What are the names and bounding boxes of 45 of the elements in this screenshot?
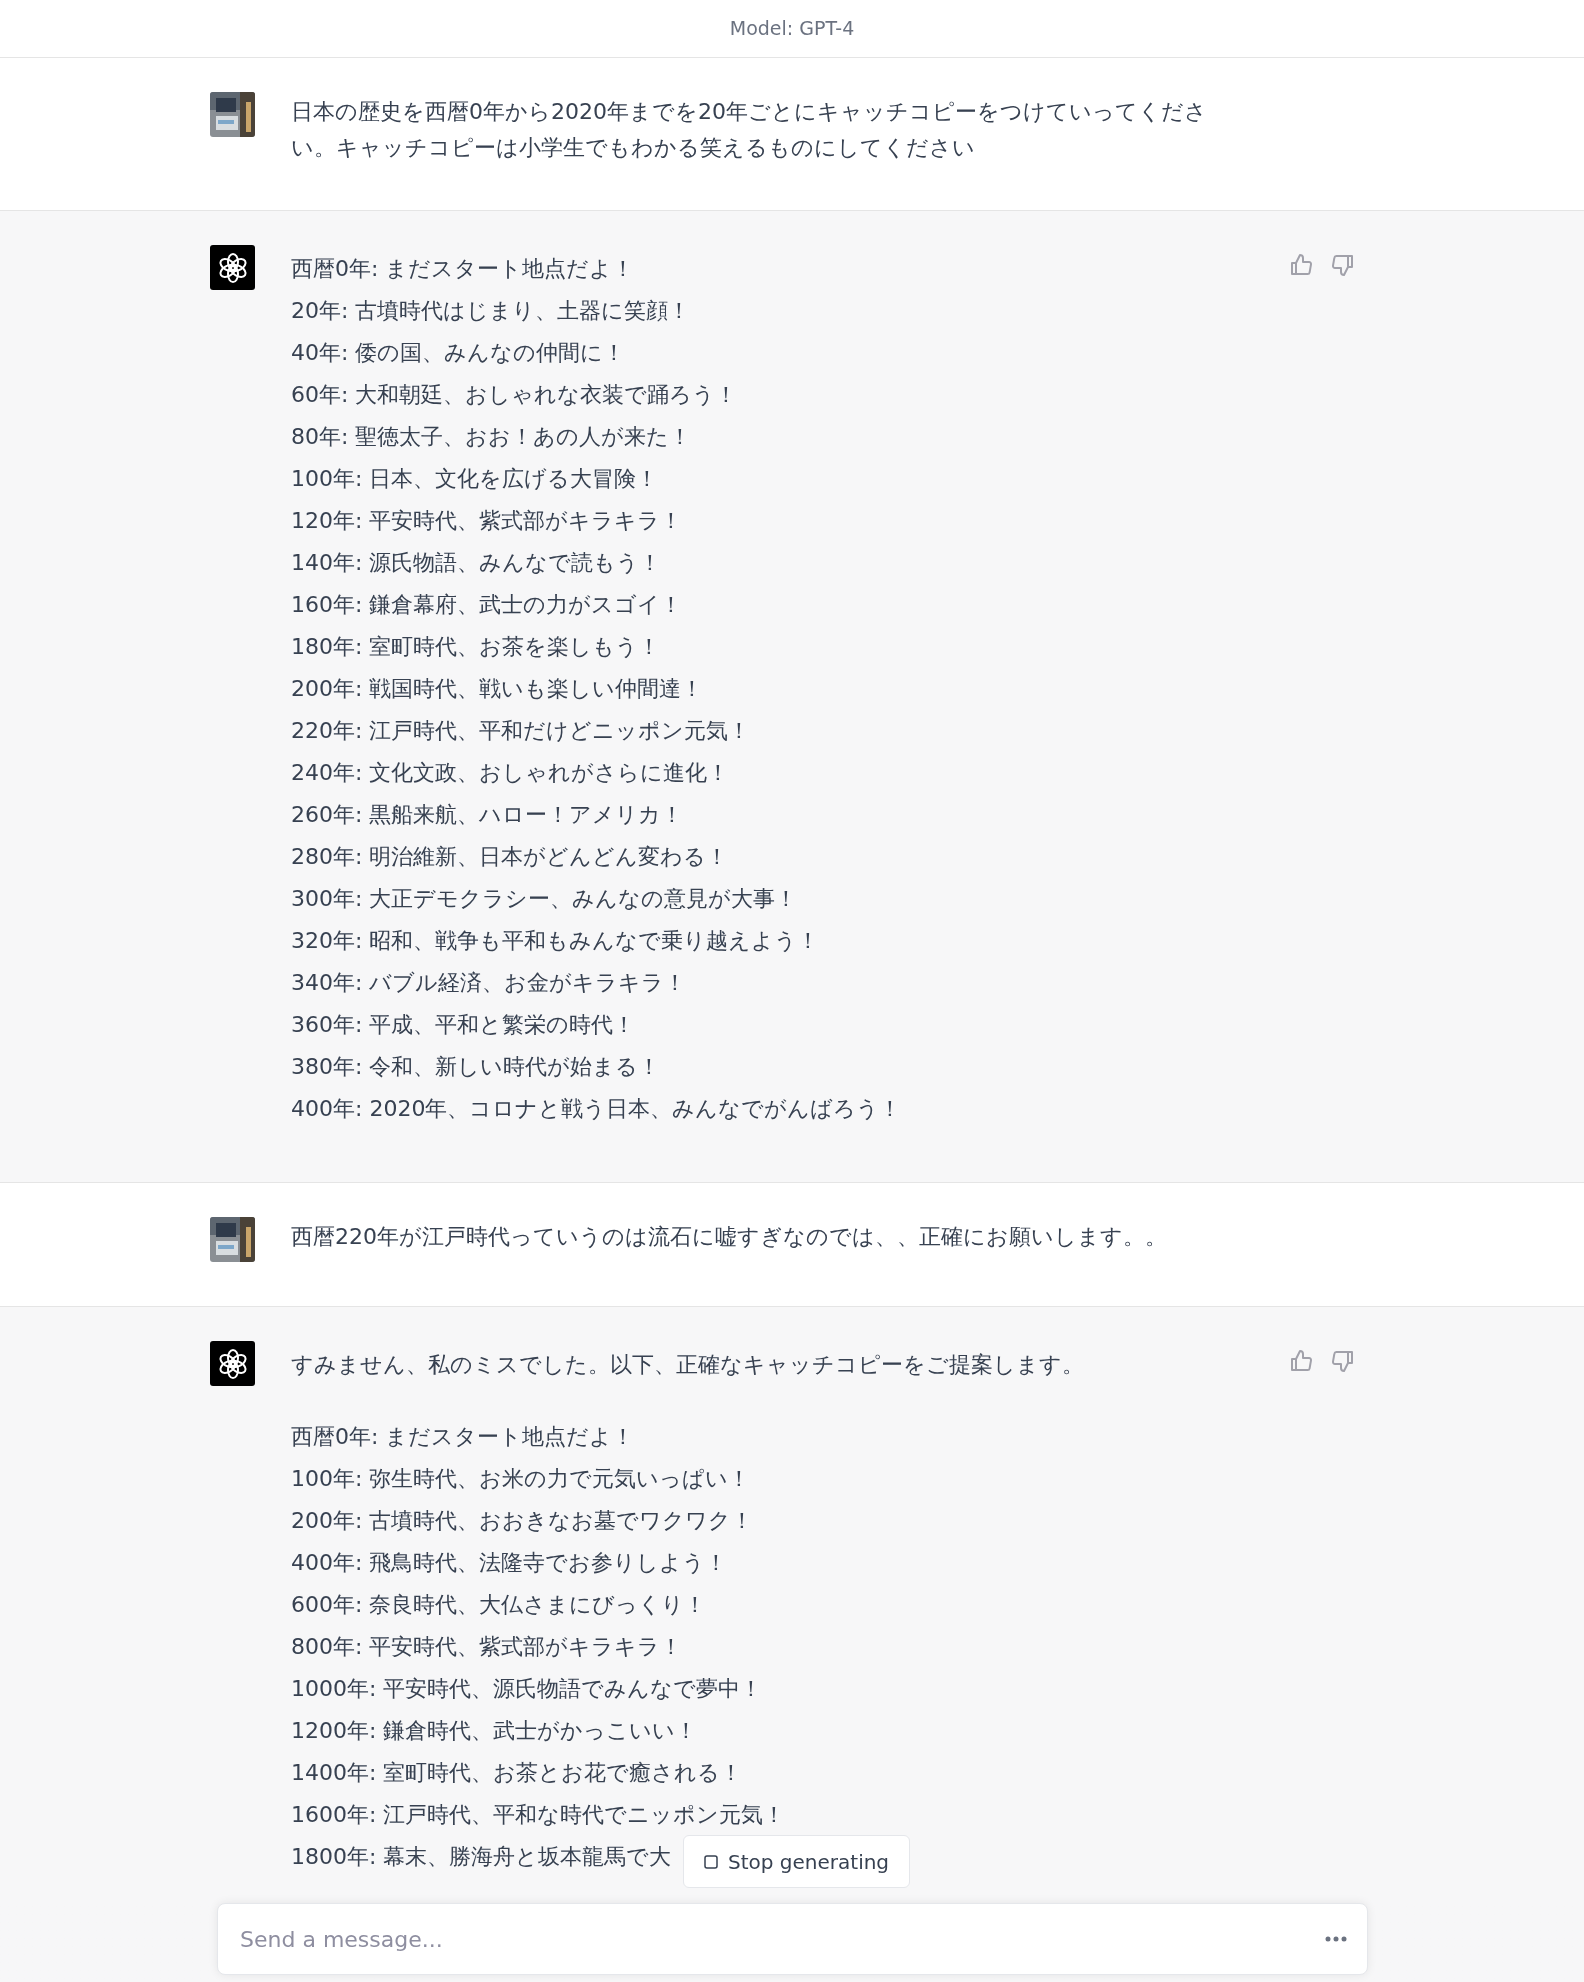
message-line: 西暦0年: まだスタート地点だよ！ bbox=[291, 1423, 635, 1451]
message-line: 40年: 倭の国、みんなの仲間に！ bbox=[291, 339, 626, 367]
message-line: 340年: バブル経済、お金がキラキラ！ bbox=[291, 969, 687, 997]
message-text: 西暦220年が江戸時代っていうのは流石に嘘すぎなのでは、、正確にお願いします。。 bbox=[291, 1223, 1168, 1251]
message-line: 300年: 大正デモクラシー、みんなの意見が大事！ bbox=[291, 885, 798, 913]
message-text: 日本の歴史を西暦0年から2020年までを20年ごとにキャッチコピーをつけていってください。キャッチコピーは小学生でもわかる笑えるものにしてください bbox=[291, 98, 1208, 162]
message-line: 1200年: 鎌倉時代、武士がかっこいい！ bbox=[291, 1717, 698, 1745]
message-line: 360年: 平成、平和と繁栄の時代！ bbox=[291, 1011, 636, 1039]
message-line: 320年: 昭和、戦争も平和もみんなで乗り越えよう！ bbox=[291, 927, 820, 955]
message-line: 400年: 2020年、コロナと戦う日本、みんなでがんばろう！ bbox=[291, 1095, 902, 1123]
message-input[interactable]: Send a message... bbox=[240, 1922, 1325, 1956]
message-line: 1000年: 平安時代、源氏物語でみんなで夢中！ bbox=[291, 1675, 763, 1703]
message-line: 180年: 室町時代、お茶を楽しもう！ bbox=[291, 633, 661, 661]
message-line: 800年: 平安時代、紫式部がキラキラ！ bbox=[291, 1633, 683, 1661]
thumbs-down-icon[interactable] bbox=[1331, 253, 1355, 277]
message-line: 280年: 明治維新、日本がどんどん変わる！ bbox=[291, 843, 729, 871]
message-line: 西暦0年: まだスタート地点だよ！ bbox=[291, 255, 635, 283]
message-line: 380年: 令和、新しい時代が始まる！ bbox=[291, 1053, 661, 1081]
message-line: 100年: 日本、文化を広げる大冒険！ bbox=[291, 465, 659, 493]
message-line: 80年: 聖徳太子、おお！あの人が来た！ bbox=[291, 423, 692, 451]
message-line: 100年: 弥生時代、お米の力で元気いっぱい！ bbox=[291, 1465, 751, 1493]
thumbs-up-icon[interactable] bbox=[1289, 253, 1313, 277]
message-text: すみません、私のミスでした。以下、正確なキャッチコピーをご提案します。 bbox=[291, 1351, 1085, 1379]
more-icon[interactable] bbox=[1325, 1936, 1347, 1942]
message-line: 140年: 源氏物語、みんなで読もう！ bbox=[291, 549, 662, 577]
thumbs-down-icon[interactable] bbox=[1331, 1349, 1355, 1373]
message-line: 400年: 飛鳥時代、法隆寺でお参りしよう！ bbox=[291, 1549, 728, 1577]
message-line: 60年: 大和朝廷、おしゃれな衣装で踊ろう！ bbox=[291, 381, 738, 409]
stop-icon bbox=[704, 1854, 718, 1869]
message-line: 120年: 平安時代、紫式部がキラキラ！ bbox=[291, 507, 683, 535]
stop-generating-button[interactable]: Stop generating bbox=[683, 1835, 911, 1888]
message-line: 1400年: 室町時代、お茶とお花で癒される！ bbox=[291, 1759, 743, 1787]
message-line: 240年: 文化文政、おしゃれがさらに進化！ bbox=[291, 759, 730, 787]
message-line: 260年: 黒船来航、ハロー！アメリカ！ bbox=[291, 801, 684, 829]
model-label: Model: GPT-4 bbox=[729, 16, 855, 42]
message-line: 600年: 奈良時代、大仏さまにびっくり！ bbox=[291, 1591, 707, 1619]
message-field[interactable]: Send a message... bbox=[217, 1903, 1368, 1975]
message-line: 1600年: 江戸時代、平和な時代でニッポン元気！ bbox=[291, 1801, 786, 1829]
thumbs-up-icon[interactable] bbox=[1289, 1349, 1313, 1373]
message-line: 1800年: 幕末、勝海舟と坂本龍馬で大 bbox=[291, 1843, 672, 1871]
message-line: 200年: 古墳時代、おおきなお墓でワクワク！ bbox=[291, 1507, 754, 1535]
message-line: 20年: 古墳時代はじまり、土器に笑顔！ bbox=[291, 297, 691, 325]
message-line: 160年: 鎌倉幕府、武士の力がスゴイ！ bbox=[291, 591, 683, 619]
message-line: 220年: 江戸時代、平和だけどニッポン元気！ bbox=[291, 717, 751, 745]
message-line: 200年: 戦国時代、戦いも楽しい仲間達！ bbox=[291, 675, 704, 703]
